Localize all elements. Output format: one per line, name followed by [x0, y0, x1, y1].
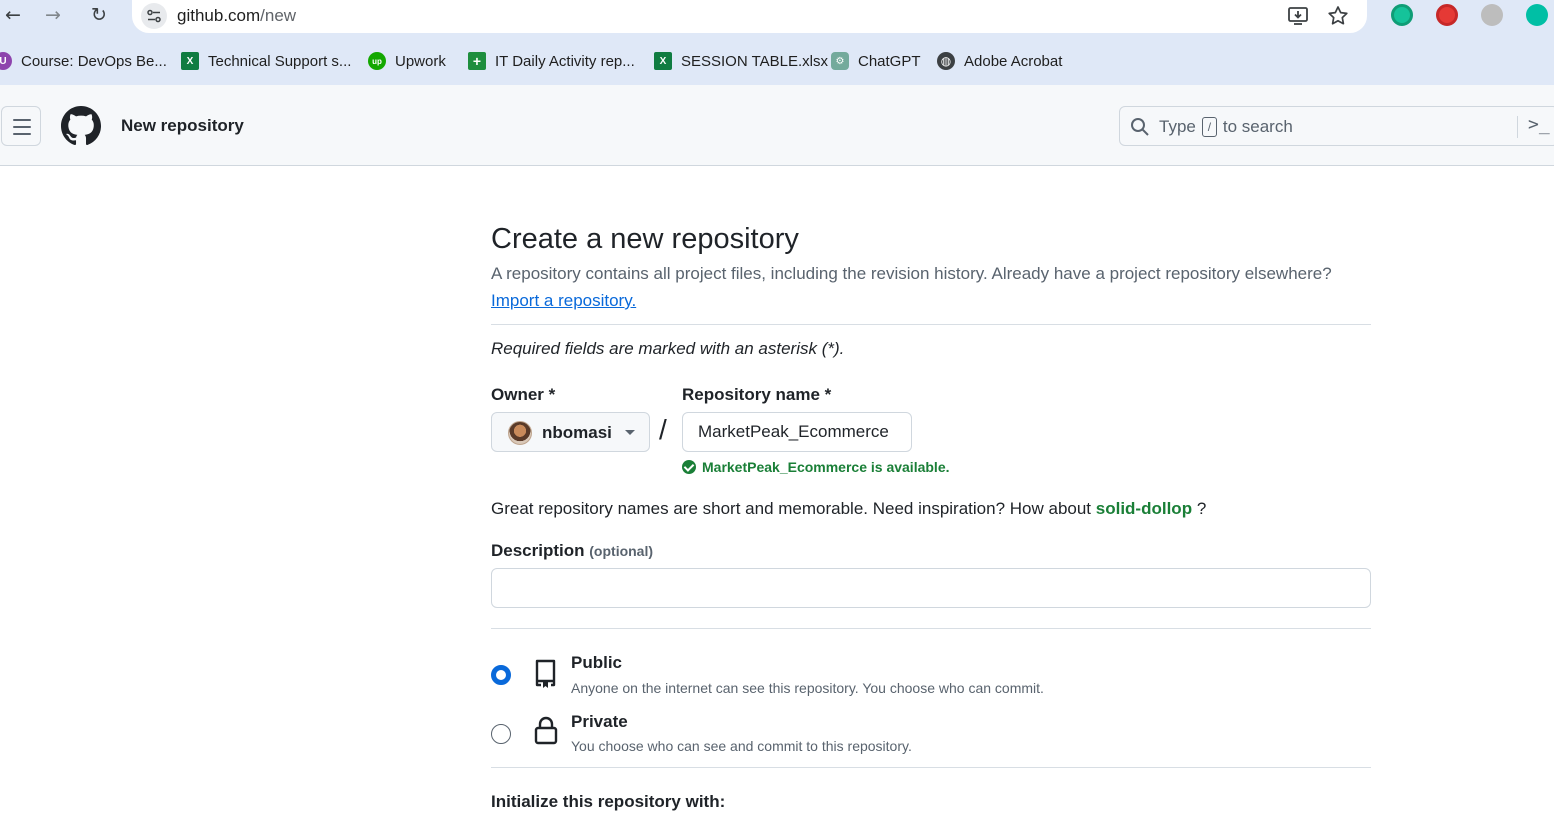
install-app-icon[interactable]: [1286, 4, 1310, 28]
public-option-description: Anyone on the internet can see this repo…: [571, 680, 1044, 696]
globe-icon: ◍: [937, 52, 955, 70]
bookmark-chatgpt[interactable]: ⚙ ChatGPT: [831, 50, 921, 72]
search-placeholder-before: Type: [1159, 117, 1196, 136]
upwork-icon: up: [368, 52, 386, 70]
repo-book-icon: [535, 659, 556, 688]
back-arrow-icon[interactable]: ←: [0, 4, 26, 26]
github-header: New repository Type / to search >_: [0, 85, 1554, 166]
description-label: Description (optional): [491, 541, 653, 561]
bookmark-label: Course: DevOps Be...: [21, 52, 167, 70]
chevron-down-icon: [625, 430, 635, 435]
divider: [491, 324, 1371, 325]
chatgpt-icon: ⚙: [831, 52, 849, 70]
import-repository-link[interactable]: Import a repository.: [491, 291, 636, 311]
page-subtitle: A repository contains all project files,…: [491, 264, 1332, 283]
bookmark-course[interactable]: U Course: DevOps Be...: [0, 50, 167, 72]
search-input[interactable]: Type / to search >_: [1119, 106, 1554, 146]
bookmark-label: IT Daily Activity rep...: [495, 52, 635, 70]
search-shortcut-key: /: [1201, 117, 1217, 137]
public-radio[interactable]: [491, 665, 511, 685]
lock-icon: [534, 716, 558, 745]
bookmark-label: Technical Support s...: [208, 52, 352, 70]
hamburger-icon-line: [13, 126, 31, 128]
description-input[interactable]: [491, 568, 1371, 608]
bookmark-it-daily-activity[interactable]: + IT Daily Activity rep...: [468, 50, 635, 72]
github-logo-icon[interactable]: [61, 106, 101, 146]
availability-text: MarketPeak_Ecommerce is available.: [702, 459, 950, 475]
divider: [491, 628, 1371, 629]
availability-message: MarketPeak_Ecommerce is available.: [682, 459, 950, 475]
search-placeholder: Type / to search: [1159, 117, 1293, 137]
music-extension-icon[interactable]: [1481, 4, 1503, 26]
url-text[interactable]: github.com/new: [177, 6, 296, 26]
bookmark-adobe-acrobat[interactable]: ◍ Adobe Acrobat: [937, 50, 1062, 72]
forward-arrow-icon[interactable]: →: [40, 4, 66, 26]
excel-icon: X: [654, 52, 672, 70]
owner-name: nbomasi: [542, 423, 612, 442]
owner-label: Owner *: [491, 385, 556, 404]
browser-toolbar: ← → ↻ github.com/new: [0, 0, 1554, 38]
reload-icon[interactable]: ↻: [86, 4, 112, 26]
bookmark-upwork[interactable]: up Upwork: [368, 50, 446, 72]
bookmark-star-icon[interactable]: [1326, 4, 1350, 28]
optional-hint: (optional): [589, 543, 654, 559]
site-settings-icon[interactable]: [141, 3, 167, 29]
repository-name-label: Repository name *: [682, 385, 832, 404]
private-radio[interactable]: [491, 724, 511, 744]
record-extension-icon[interactable]: [1436, 4, 1458, 26]
bookmark-label: Upwork: [395, 52, 446, 70]
excel-icon: X: [181, 52, 199, 70]
course-icon: U: [0, 52, 12, 70]
required-fields-note: Required fields are marked with an aster…: [491, 339, 845, 358]
hamburger-icon: [13, 119, 31, 121]
page-title: Create a new repository: [491, 223, 799, 255]
address-bar[interactable]: github.com/new: [132, 0, 1367, 33]
menu-button[interactable]: [1, 106, 41, 146]
grammarly-extension-icon[interactable]: [1391, 4, 1413, 26]
hamburger-icon-line: [13, 133, 31, 135]
bookmark-session-table[interactable]: X SESSION TABLE.xlsx: [654, 50, 828, 72]
repository-name-input[interactable]: [682, 412, 912, 452]
suggested-name-link[interactable]: solid-dollop: [1096, 499, 1192, 518]
initialize-label: Initialize this repository with:: [491, 792, 726, 811]
command-palette-icon[interactable]: >_: [1528, 114, 1550, 135]
bookmark-technical-support[interactable]: X Technical Support s...: [181, 50, 351, 72]
owner-repo-separator: /: [659, 414, 667, 445]
divider: [491, 767, 1371, 768]
bookmark-label: Adobe Acrobat: [964, 52, 1063, 70]
url-domain: github.com: [177, 6, 261, 25]
search-icon: [1131, 118, 1149, 136]
avatar: [508, 421, 532, 445]
description-label-text: Description: [491, 541, 585, 560]
url-path: /new: [260, 6, 297, 25]
sheets-plus-icon: +: [468, 52, 486, 70]
public-option-title[interactable]: Public: [571, 653, 622, 673]
header-title[interactable]: New repository: [121, 116, 244, 136]
search-divider: [1517, 116, 1518, 138]
owner-dropdown[interactable]: nbomasi: [491, 412, 650, 452]
bookmarks-bar: U Course: DevOps Be... X Technical Support…: [0, 38, 1554, 85]
check-circle-icon: [682, 460, 696, 474]
private-option-title[interactable]: Private: [571, 712, 628, 732]
bookmark-label: ChatGPT: [858, 52, 921, 70]
private-option-description: You choose who can see and commit to thi…: [571, 738, 912, 754]
bookmark-label: SESSION TABLE.xlsx: [681, 52, 828, 70]
inspiration-end: ?: [1196, 499, 1207, 518]
inspiration-text: Great repository names are short and mem…: [491, 499, 1092, 518]
search-placeholder-after: to search: [1222, 117, 1293, 136]
name-inspiration: Great repository names are short and mem…: [491, 499, 1206, 519]
sync-extension-icon[interactable]: [1526, 4, 1548, 26]
